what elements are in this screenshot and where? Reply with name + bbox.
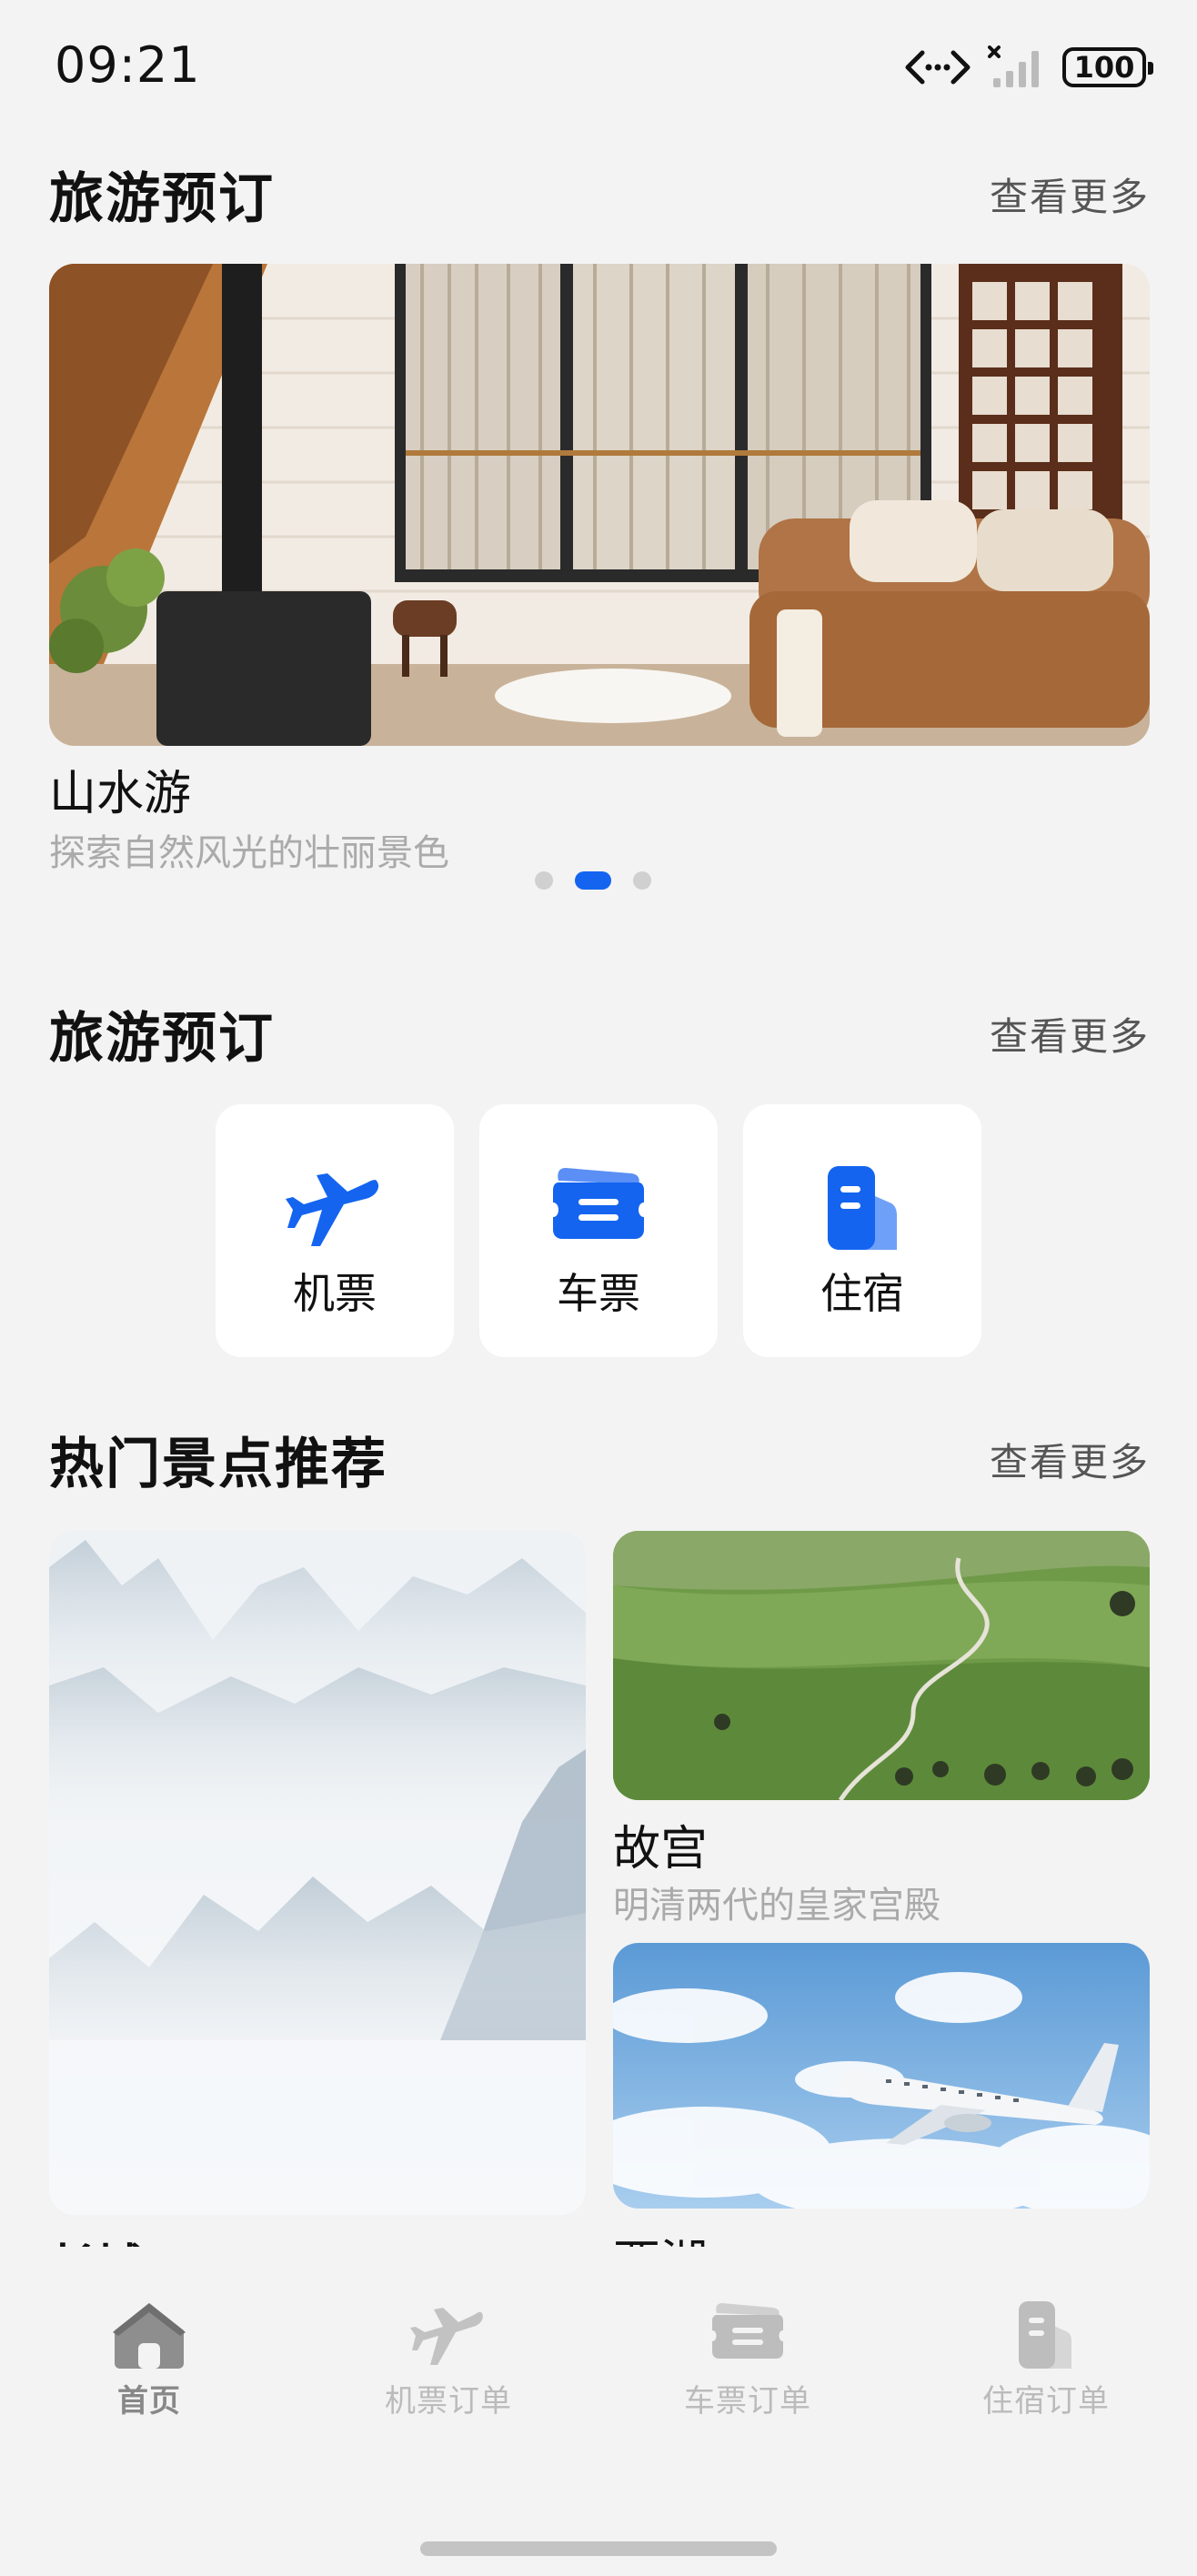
spot-card-forbidden-city-image[interactable]: [613, 1531, 1150, 1800]
tab-train-orders[interactable]: 车票订单: [611, 2299, 884, 2420]
plane-icon: [286, 1173, 379, 1246]
quick-actions: 机票 车票 住宿: [216, 1104, 981, 1357]
view-more-link[interactable]: 查看更多: [990, 1006, 1150, 1062]
spot-title: 西湖: [613, 2224, 708, 2247]
spot-subtitle: 明清两代的皇家宫殿: [613, 1885, 940, 1927]
tab-flight-orders[interactable]: 机票订单: [312, 2299, 585, 2420]
quick-action-label: 住宿: [820, 1269, 904, 1318]
section-title: 旅游预订: [49, 1007, 275, 1071]
carousel-dot-active[interactable]: [575, 871, 611, 890]
scroll-content[interactable]: 旅游预订 查看更多 山水游 探索自然风光的壮丽景色 旅游预订 查看更多 机票 车…: [0, 0, 1197, 2247]
home-indicator[interactable]: [420, 2541, 777, 2556]
ticket-icon: [553, 1168, 644, 1239]
ticket-icon: [712, 2303, 783, 2359]
banner-subtitle: 探索自然风光的壮丽景色: [49, 832, 449, 874]
quick-action-label: 车票: [557, 1269, 640, 1318]
view-more-link[interactable]: 查看更多: [990, 1432, 1150, 1487]
hotel-button[interactable]: 住宿: [743, 1104, 981, 1357]
tab-home[interactable]: 首页: [13, 2299, 286, 2420]
hot-spots-header: 热门景点推荐 查看更多: [49, 1420, 1150, 1499]
quick-action-label: 机票: [293, 1269, 377, 1318]
banner-title: 山水游: [49, 767, 192, 821]
tab-label: 车票订单: [684, 2383, 811, 2420]
home-icon: [113, 2303, 186, 2369]
spot-title: 故宫: [613, 1822, 709, 1877]
spot-card-west-lake-image[interactable]: [613, 1943, 1150, 2209]
carousel-pagination: [535, 871, 651, 890]
hotel-icon: [1019, 2301, 1071, 2369]
section-title: 热门景点推荐: [49, 1433, 387, 1496]
view-more-link[interactable]: 查看更多: [990, 166, 1150, 222]
booking-header: 旅游预订 查看更多: [49, 994, 1150, 1073]
spot-card-great-wall-image[interactable]: [49, 1531, 586, 2215]
tab-label: 首页: [117, 2383, 181, 2420]
tab-hotel-orders[interactable]: 住宿订单: [910, 2299, 1182, 2420]
carousel-dot[interactable]: [633, 871, 651, 890]
carousel-dot[interactable]: [535, 871, 553, 890]
train-ticket-button[interactable]: 车票: [479, 1104, 718, 1357]
spot-title: 长城: [49, 2229, 144, 2247]
tab-label: 住宿订单: [982, 2383, 1110, 2420]
section-title: 旅游预订: [49, 167, 275, 231]
tab-label: 机票订单: [385, 2383, 512, 2420]
flight-ticket-button[interactable]: 机票: [216, 1104, 454, 1357]
banner-carousel-image[interactable]: [49, 264, 1150, 746]
hotel-icon: [828, 1166, 897, 1250]
booking-banner-header: 旅游预订 查看更多: [49, 155, 1150, 234]
plane-icon: [410, 2308, 483, 2365]
